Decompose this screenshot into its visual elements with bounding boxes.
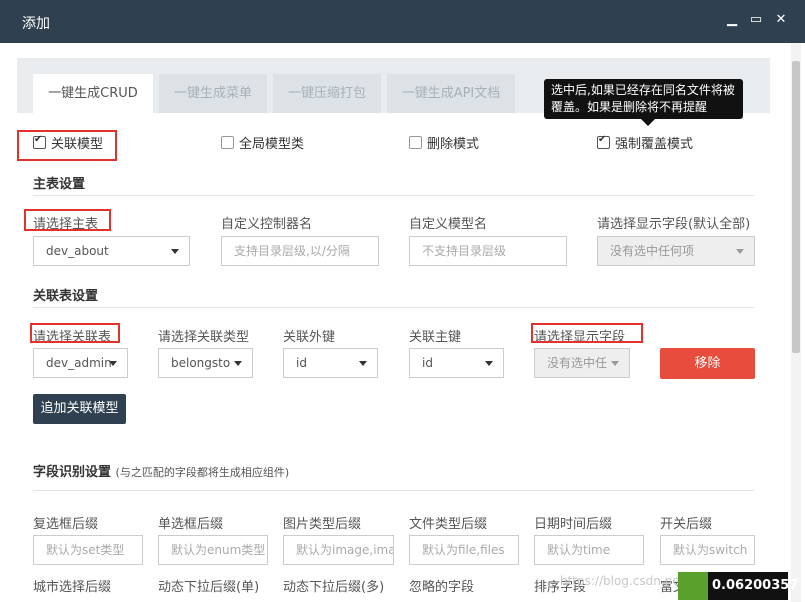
tab-package[interactable]: 一键压缩打包 — [273, 74, 381, 113]
divider — [33, 195, 754, 196]
maximize-icon[interactable]: ▭ — [748, 12, 764, 27]
checkbox-relation-model[interactable]: 关联模型 — [33, 133, 103, 152]
field-recognition-title: 字段识别设置 (与之匹配的字段都将生成相应组件) — [33, 465, 290, 480]
chevron-down-icon — [234, 361, 242, 366]
divider — [33, 490, 754, 491]
image-suffix-input[interactable]: 默认为image,image — [283, 535, 394, 565]
speed-counter: 0.06200357 — [678, 572, 798, 600]
relation-type-select[interactable]: belongsto — [158, 348, 253, 378]
relation-section-title: 关联表设置 — [33, 289, 99, 304]
switch-suffix-input[interactable]: 默认为switch — [660, 535, 755, 565]
checkbox-checked-icon[interactable] — [597, 134, 610, 149]
scrollbar-thumb[interactable] — [792, 61, 800, 353]
controller-name-input[interactable]: 支持目录层级,以/分隔 — [221, 236, 379, 266]
checkbox-unchecked-icon[interactable] — [221, 136, 234, 149]
datetime-suffix-input[interactable]: 默认为time — [534, 535, 644, 565]
relation-fields-label: 请选择显示字段 — [534, 330, 626, 345]
checkbox-label: 删除模式 — [427, 137, 480, 152]
checkbox-force-overwrite[interactable]: 强制覆盖模式 — [597, 133, 693, 152]
main-table-section-title: 主表设置 — [33, 177, 86, 192]
tab-api-doc[interactable]: 一键生成API文档 — [387, 74, 515, 113]
display-fields-label: 请选择显示字段(默认全部) — [597, 217, 751, 232]
remove-relation-button[interactable]: 移除 — [660, 348, 755, 379]
chevron-down-icon — [736, 249, 744, 254]
foreign-key-select[interactable]: id — [283, 348, 378, 378]
chevron-down-icon — [611, 361, 619, 366]
switch-suffix-label: 开关后缀 — [660, 517, 713, 532]
tab-menu[interactable]: 一键生成菜单 — [159, 74, 267, 113]
primary-key-label: 关联主键 — [409, 330, 462, 345]
display-fields-select[interactable]: 没有选中任何项 — [597, 236, 755, 266]
image-suffix-label: 图片类型后缀 — [283, 517, 362, 532]
chevron-down-icon — [109, 361, 117, 366]
primary-key-select[interactable]: id — [409, 348, 504, 378]
checkbox-unchecked-icon[interactable] — [409, 136, 422, 149]
chevron-down-icon — [171, 249, 179, 254]
main-table-label: 请选择主表 — [33, 217, 99, 232]
add-relation-model-button[interactable]: 追加关联模型 — [33, 394, 126, 424]
checkbox-delete-mode[interactable]: 删除模式 — [409, 133, 479, 152]
model-name-input[interactable]: 不支持目录层级 — [409, 236, 567, 266]
force-overwrite-tooltip: 选中后,如果已经存在同名文件将被覆盖。如果是删除将不再提醒 — [544, 79, 743, 126]
relation-type-label: 请选择关联类型 — [158, 330, 250, 345]
dynamic-select-single-label: 动态下拉后缀(单) — [158, 580, 260, 595]
datetime-suffix-label: 日期时间后缀 — [534, 517, 613, 532]
controller-name-label: 自定义控制器名 — [221, 217, 313, 232]
relation-table-select[interactable]: dev_admin — [33, 348, 128, 378]
main-table-select[interactable]: dev_about — [33, 236, 190, 266]
checkbox-label: 强制覆盖模式 — [615, 137, 694, 152]
checkbox-checked-icon[interactable] — [33, 134, 46, 149]
chevron-down-icon — [359, 361, 367, 366]
field-recognition-note: (与之匹配的字段都将生成相应组件) — [115, 466, 290, 479]
checkbox-label: 关联模型 — [51, 137, 104, 152]
model-name-label: 自定义模型名 — [409, 217, 488, 232]
checkbox-global-model[interactable]: 全局模型类 — [221, 133, 304, 152]
dialog-title: 添加 — [22, 16, 50, 32]
radio-suffix-input[interactable]: 默认为enum类型 — [158, 535, 268, 565]
minimize-icon[interactable]: ▁ — [724, 12, 740, 27]
dialog-titlebar: 添加 ▁ ▭ ✕ — [0, 0, 805, 43]
ignored-fields-label: 忽略的字段 — [409, 580, 475, 595]
divider — [33, 307, 754, 308]
relation-table-label: 请选择关联表 — [33, 330, 112, 345]
chevron-down-icon — [485, 361, 493, 366]
file-suffix-label: 文件类型后缀 — [409, 517, 488, 532]
app-logo-icon — [678, 572, 708, 600]
foreign-key-label: 关联外键 — [283, 330, 336, 345]
dynamic-select-multi-label: 动态下拉后缀(多) — [283, 580, 385, 595]
checkbox-suffix-input[interactable]: 默认为set类型 — [33, 535, 143, 565]
radio-suffix-label: 单选框后缀 — [158, 517, 224, 532]
close-icon[interactable]: ✕ — [773, 12, 789, 27]
checkbox-suffix-label: 复选框后缀 — [33, 517, 99, 532]
relation-fields-select[interactable]: 没有选中任 — [534, 348, 630, 378]
tab-crud[interactable]: 一键生成CRUD — [33, 74, 153, 113]
file-suffix-input[interactable]: 默认为file,files — [409, 535, 519, 565]
counter-value: 0.06200357 — [712, 578, 799, 593]
checkbox-label: 全局模型类 — [239, 137, 305, 152]
city-suffix-label: 城市选择后缀 — [33, 580, 112, 595]
